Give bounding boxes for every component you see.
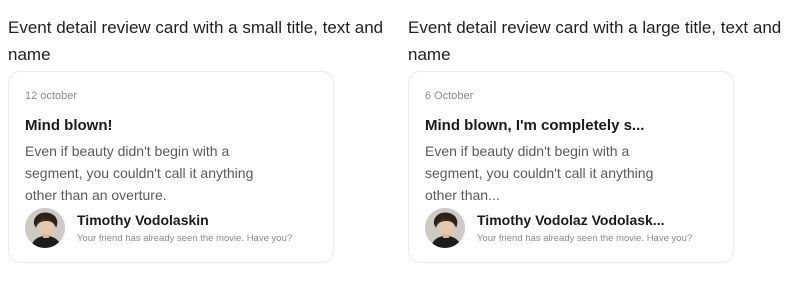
review-title: Mind blown!	[25, 117, 113, 134]
author-note: Your friend has already seen the movie. …	[77, 233, 293, 244]
review-text: Even if beauty didn't begin with a segme…	[25, 143, 254, 203]
review-card[interactable]: 6 October Mind blown, I'm completely s..…	[408, 71, 734, 263]
author-name: Timothy Vodolaz Vodolask...	[477, 212, 665, 228]
small-card-section: Event detail review card with a small ti…	[8, 14, 390, 263]
avatar[interactable]	[25, 208, 65, 248]
section-heading: Event detail review card with a large ti…	[408, 18, 782, 64]
review-card[interactable]: 12 october Mind blown! Even if beauty di…	[8, 71, 334, 263]
large-card-section: Event detail review card with a large ti…	[408, 14, 790, 263]
review-title: Mind blown, I'm completely s...	[425, 117, 645, 134]
author-name: Timothy Vodolaskin	[77, 212, 209, 228]
section-heading: Event detail review card with a small ti…	[8, 18, 384, 64]
author-note: Your friend has already seen the movie. …	[477, 233, 693, 244]
review-date: 6 October	[425, 90, 474, 102]
avatar[interactable]	[425, 208, 465, 248]
review-text: Even if beauty didn't begin with a segme…	[425, 143, 654, 203]
review-date: 12 october	[25, 90, 77, 102]
review-author: Timothy Vodolaskin Your friend has alrea…	[25, 208, 325, 248]
review-author: Timothy Vodolaz Vodolask... Your friend …	[425, 208, 725, 248]
